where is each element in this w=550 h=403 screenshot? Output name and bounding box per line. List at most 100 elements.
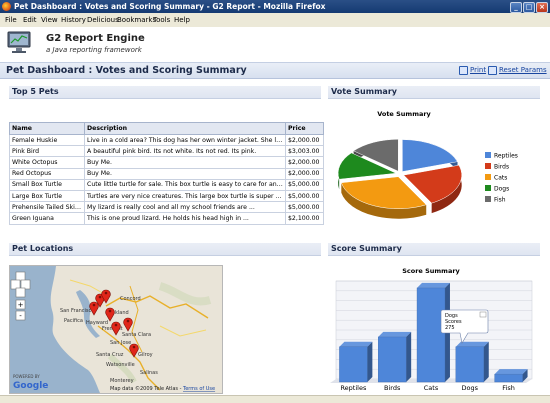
firefox-icon bbox=[2, 2, 11, 11]
map-label-watsonville: Watsonville bbox=[106, 362, 135, 368]
cell-price: $3,003.00 bbox=[285, 145, 324, 158]
table-header-row: Name Description Price bbox=[9, 122, 324, 135]
bar-top-fish bbox=[494, 369, 528, 375]
menu-file[interactable]: File bbox=[5, 13, 17, 27]
bar-top-dogs bbox=[455, 341, 489, 347]
bar-reptiles[interactable] bbox=[339, 346, 368, 383]
bar-side-reptiles bbox=[367, 341, 373, 382]
bar-top-birds bbox=[378, 331, 412, 337]
vote-summary-pie-chart: Vote Summary Reptiles Birds Cats Dogs Fish bbox=[337, 110, 518, 219]
cell-description: Buy Me. bbox=[84, 167, 286, 180]
cell-name: Prehensile Tailed Skink bbox=[9, 201, 85, 214]
map-label-gilroy: Gilroy bbox=[138, 352, 153, 358]
x-tick-label-dogs: Dogs bbox=[462, 384, 479, 392]
cell-description: Turtles are very nice creatures. This la… bbox=[84, 189, 286, 203]
table-row[interactable]: Small Box Turtle Cute little turtle for s… bbox=[9, 178, 324, 191]
app-subtitle: a Java reporting framework bbox=[46, 46, 142, 54]
legend-swatch-reptiles bbox=[485, 152, 491, 158]
cell-description: Cute little turtle for sale. This box tu… bbox=[84, 178, 286, 191]
table-row[interactable]: Female Huskie Live in a cold area? This d… bbox=[9, 133, 324, 147]
legend-swatch-birds bbox=[485, 163, 491, 169]
print-icon[interactable] bbox=[459, 66, 468, 75]
cell-description: This is one proud lizard. He holds his h… bbox=[84, 212, 286, 225]
column-header-price[interactable]: Price bbox=[285, 122, 324, 135]
menu-view[interactable]: View bbox=[41, 13, 58, 27]
cell-price: $5,000.00 bbox=[285, 178, 324, 191]
window-title: Pet Dashboard : Votes and Scoring Summar… bbox=[14, 2, 326, 11]
column-header-name[interactable]: Name bbox=[9, 122, 85, 135]
cell-name: Pink Bird bbox=[9, 145, 85, 158]
pets-table: Name Description Price Female Huskie Live… bbox=[9, 122, 324, 225]
reset-icon[interactable] bbox=[488, 66, 497, 75]
map-pan-right-button[interactable] bbox=[20, 279, 31, 290]
cell-name: Red Octopus bbox=[9, 167, 85, 180]
menu-bookmarks[interactable]: Bookmarks bbox=[117, 13, 156, 27]
menu-edit[interactable]: Edit bbox=[23, 13, 37, 27]
maximize-button[interactable]: □ bbox=[523, 2, 535, 13]
bar-title: Score Summary bbox=[402, 267, 460, 275]
cell-description: Live in a cold area? This dog has her ow… bbox=[84, 133, 286, 147]
bar-fish[interactable] bbox=[494, 373, 523, 383]
map-pan-down-button[interactable] bbox=[15, 287, 26, 298]
menu-delicious[interactable]: Delicious bbox=[87, 13, 119, 27]
cell-name: Green Iguana bbox=[9, 212, 85, 225]
section-locations-header: Pet Locations bbox=[9, 243, 321, 256]
bar-side-dogs bbox=[483, 341, 489, 382]
cell-price: $2,000.00 bbox=[285, 167, 324, 180]
table-row[interactable]: Large Box Turtle Turtles are very nice cr… bbox=[9, 189, 324, 203]
close-button[interactable]: × bbox=[536, 2, 548, 13]
section-locations-title: Pet Locations bbox=[12, 244, 74, 253]
app-name: G2 Report Engine bbox=[46, 33, 145, 44]
map-pan-left-button[interactable] bbox=[10, 279, 21, 290]
legend-label-fish: Fish bbox=[494, 197, 506, 204]
section-votes-header: Vote Summary bbox=[328, 86, 540, 99]
reset-params-link[interactable]: Reset Params bbox=[499, 66, 547, 74]
legend-label-birds: Birds bbox=[494, 164, 509, 171]
bar-dogs[interactable] bbox=[455, 346, 484, 383]
cell-price: $2,100.00 bbox=[285, 212, 324, 225]
bar-cats[interactable] bbox=[416, 287, 446, 383]
legend-label-dogs: Dogs bbox=[494, 186, 509, 193]
menu-history[interactable]: History bbox=[61, 13, 86, 27]
cell-price: $2,000.00 bbox=[285, 156, 324, 169]
section-score-title: Score Summary bbox=[331, 244, 402, 253]
cell-name: Female Huskie bbox=[9, 133, 85, 147]
table-row[interactable]: White Octopus Buy Me. $2,000.00 bbox=[9, 156, 324, 169]
pet-locations-map[interactable]: Concord San Francisco Oakland Hayward Fr… bbox=[9, 265, 223, 394]
tooltip-close-icon[interactable] bbox=[479, 311, 487, 318]
print-link[interactable]: Print bbox=[470, 66, 486, 74]
map-label-san-francisco: San Francisco bbox=[60, 308, 94, 314]
map-label-santa-cruz: Santa Cruz bbox=[96, 352, 124, 358]
pie-title: Vote Summary bbox=[377, 110, 431, 118]
table-row[interactable]: Red Octopus Buy Me. $2,000.00 bbox=[9, 167, 324, 180]
legend-swatch-fish bbox=[485, 196, 491, 202]
table-row[interactable]: Prehensile Tailed Skink My lizard is real… bbox=[9, 201, 324, 214]
cell-description: A beautiful pink bird. Its not white. It… bbox=[84, 145, 286, 158]
x-tick-label-cats: Cats bbox=[424, 384, 439, 392]
table-row[interactable]: Green Iguana This is one proud lizard. He… bbox=[9, 212, 324, 225]
menu-bar: File Edit View History Delicious Bookmar… bbox=[0, 13, 550, 28]
x-tick-label-birds: Birds bbox=[384, 384, 401, 392]
cell-description: Buy Me. bbox=[84, 156, 286, 169]
score-summary-bar-chart: Score Summary Reptiles Birds Cats Dogs Fish … bbox=[330, 267, 533, 392]
app-header: G2 Report Engine a Java reporting framew… bbox=[0, 27, 550, 62]
page-title-bar: Pet Dashboard : Votes and Scoring Summar… bbox=[0, 62, 550, 79]
page-title: Pet Dashboard : Votes and Scoring Summar… bbox=[6, 65, 247, 76]
monitor-logo-icon bbox=[7, 31, 31, 53]
map-label-concord: Concord bbox=[120, 296, 141, 302]
window-titlebar: Pet Dashboard : Votes and Scoring Summar… bbox=[0, 0, 550, 13]
bar-top-reptiles bbox=[339, 341, 373, 347]
section-top5-header: Top 5 Pets bbox=[9, 86, 321, 99]
terms-of-use-link[interactable]: Terms of Use bbox=[182, 386, 215, 392]
bar-birds[interactable] bbox=[378, 336, 407, 383]
column-header-description[interactable]: Description bbox=[84, 122, 286, 135]
google-logo[interactable]: Google bbox=[13, 381, 48, 391]
map-pan-up-button[interactable] bbox=[15, 271, 26, 282]
menu-help[interactable]: Help bbox=[174, 13, 190, 27]
menu-tools[interactable]: Tools bbox=[153, 13, 170, 27]
zoom-in-label: + bbox=[18, 301, 24, 309]
vote-summary-panel: Vote Summary Reptiles Birds Cats Dogs Fish bbox=[328, 100, 540, 237]
table-row[interactable]: Pink Bird A beautiful pink bird. Its not … bbox=[9, 145, 324, 158]
cell-price: $5,000.00 bbox=[285, 189, 324, 203]
minimize-button[interactable]: _ bbox=[510, 2, 522, 13]
